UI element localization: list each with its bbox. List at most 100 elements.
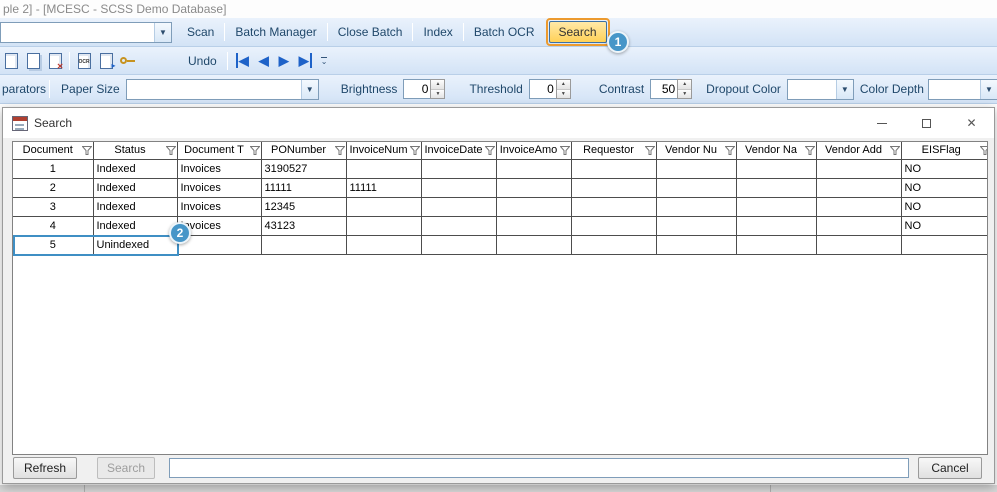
filter-funnel-icon[interactable] [164,146,176,158]
grid-cell[interactable] [345,234,422,255]
close-batch-button[interactable]: Close Batch [331,21,410,43]
threshold-stepper[interactable]: ▲▼ [528,79,571,99]
minimize-button[interactable] [859,108,904,138]
color-depth-combo[interactable]: ▼ [927,78,997,100]
dropout-color-combo[interactable]: ▼ [786,78,854,100]
grid-cell[interactable] [655,196,737,217]
contrast-stepper[interactable]: ▲▼ [650,79,693,99]
grid-cell[interactable] [345,196,422,217]
ocr-page-icon[interactable]: OCR [73,50,95,72]
grid-cell[interactable] [420,234,497,255]
batch-select-combo[interactable]: ▼ [0,21,172,43]
grid-cell[interactable]: 5 [13,234,94,255]
first-page-button[interactable]: ◀ [231,52,254,69]
grid-cell[interactable] [655,159,737,179]
grid-cell[interactable] [420,159,497,179]
filter-funnel-icon[interactable] [723,146,735,158]
grid-cell[interactable]: Invoices [176,177,262,198]
grid-cell[interactable]: Indexed [92,177,178,198]
brightness-value[interactable] [403,79,431,99]
grid-cell[interactable] [420,177,497,198]
last-page-button[interactable]: ▶ [294,52,317,69]
filter-funnel-icon[interactable] [558,146,570,158]
column-header[interactable]: Document [13,142,94,160]
refresh-button[interactable]: Refresh [13,457,77,479]
column-header[interactable]: Document T [176,142,262,160]
grid-cell[interactable] [345,215,422,236]
column-header[interactable]: InvoiceAmo [495,142,572,160]
spin-down-icon[interactable]: ▼ [678,89,692,98]
contrast-value[interactable] [650,79,678,99]
grid-cell[interactable] [420,196,497,217]
export-page-icon[interactable]: ▸ [95,50,117,72]
delete-page-icon[interactable]: ✕ [44,50,66,72]
filter-funnel-icon[interactable] [803,146,815,158]
grid-cell[interactable]: NO [900,215,987,236]
grid-cell[interactable] [655,215,737,236]
column-header[interactable]: Status [92,142,178,160]
column-header[interactable]: Vendor Nu [655,142,737,160]
grid-cell[interactable]: NO [900,177,987,198]
grid-cell[interactable] [260,234,347,255]
table-row[interactable]: 1 Indexed Invoices 3190527 NO [13,159,987,179]
grid-cell[interactable] [735,234,817,255]
grid-cell[interactable]: 11111 [345,177,422,198]
batch-manager-button[interactable]: Batch Manager [228,21,323,43]
maximize-button[interactable] [904,108,949,138]
column-header[interactable]: Vendor Na [735,142,817,160]
spin-up-icon[interactable]: ▲ [678,80,692,90]
filter-funnel-icon[interactable] [483,146,495,158]
spin-down-icon[interactable]: ▼ [431,89,445,98]
chevron-down-icon[interactable]: ▼ [979,79,997,99]
grid-cell[interactable]: Indexed [92,196,178,217]
index-button[interactable]: Index [416,21,459,43]
grid-cell[interactable] [495,159,572,179]
filter-funnel-icon[interactable] [408,146,420,158]
dialog-titlebar[interactable]: Search ✕ [3,108,994,138]
grid-cell[interactable]: 1 [13,159,94,179]
search-text-input[interactable] [169,458,909,478]
column-header[interactable]: EISFlag [900,142,987,160]
threshold-value[interactable] [528,79,556,99]
grid-cell[interactable] [815,234,902,255]
new-page-icon[interactable] [0,50,22,72]
spin-up-icon[interactable]: ▲ [556,80,570,90]
column-header[interactable]: Vendor Add [815,142,902,160]
column-header[interactable]: Requestor [570,142,657,160]
chevron-down-icon[interactable]: ▼ [154,22,171,42]
filter-funnel-icon[interactable] [979,146,987,158]
grid-cell[interactable] [655,234,737,255]
column-header[interactable]: PONumber [260,142,347,160]
undo-button[interactable]: Undo [181,50,224,72]
grid-cell[interactable] [495,215,572,236]
next-page-button[interactable]: ▶ [274,52,294,69]
grid-cell[interactable] [420,215,497,236]
grid-cell[interactable]: NO [900,159,987,179]
grid-cell[interactable]: 2 [13,177,94,198]
table-row[interactable]: 3 Indexed Invoices 12345 NO [13,196,987,217]
spin-up-icon[interactable]: ▲ [431,80,445,90]
key-icon[interactable] [117,50,139,72]
grid-cell[interactable]: 3190527 [260,159,347,179]
grid-cell[interactable] [655,177,737,198]
grid-cell[interactable] [495,196,572,217]
grid-cell[interactable]: Unindexed [92,234,178,255]
grid-cell[interactable] [570,234,657,255]
previous-page-button[interactable]: ◀ [254,52,274,69]
column-header[interactable]: InvoiceNum [345,142,422,160]
grid-cell[interactable] [570,177,657,198]
paper-size-combo[interactable]: ▼ [125,78,319,100]
grid-cell[interactable] [735,196,817,217]
grid-cell[interactable] [570,159,657,179]
paper-size-value[interactable] [126,79,301,99]
grid-cell[interactable]: 4 [13,215,94,236]
search-toolbar-button[interactable]: Search [548,21,607,43]
cancel-button[interactable]: Cancel [918,457,982,479]
chevron-down-icon[interactable]: ▼ [300,79,318,99]
grid-cell[interactable] [735,215,817,236]
search-dialog-button[interactable]: Search [97,457,155,479]
grid-cell[interactable] [815,215,902,236]
grid-cell[interactable] [815,177,902,198]
column-header[interactable]: InvoiceDate [420,142,497,160]
close-button[interactable]: ✕ [949,108,994,138]
